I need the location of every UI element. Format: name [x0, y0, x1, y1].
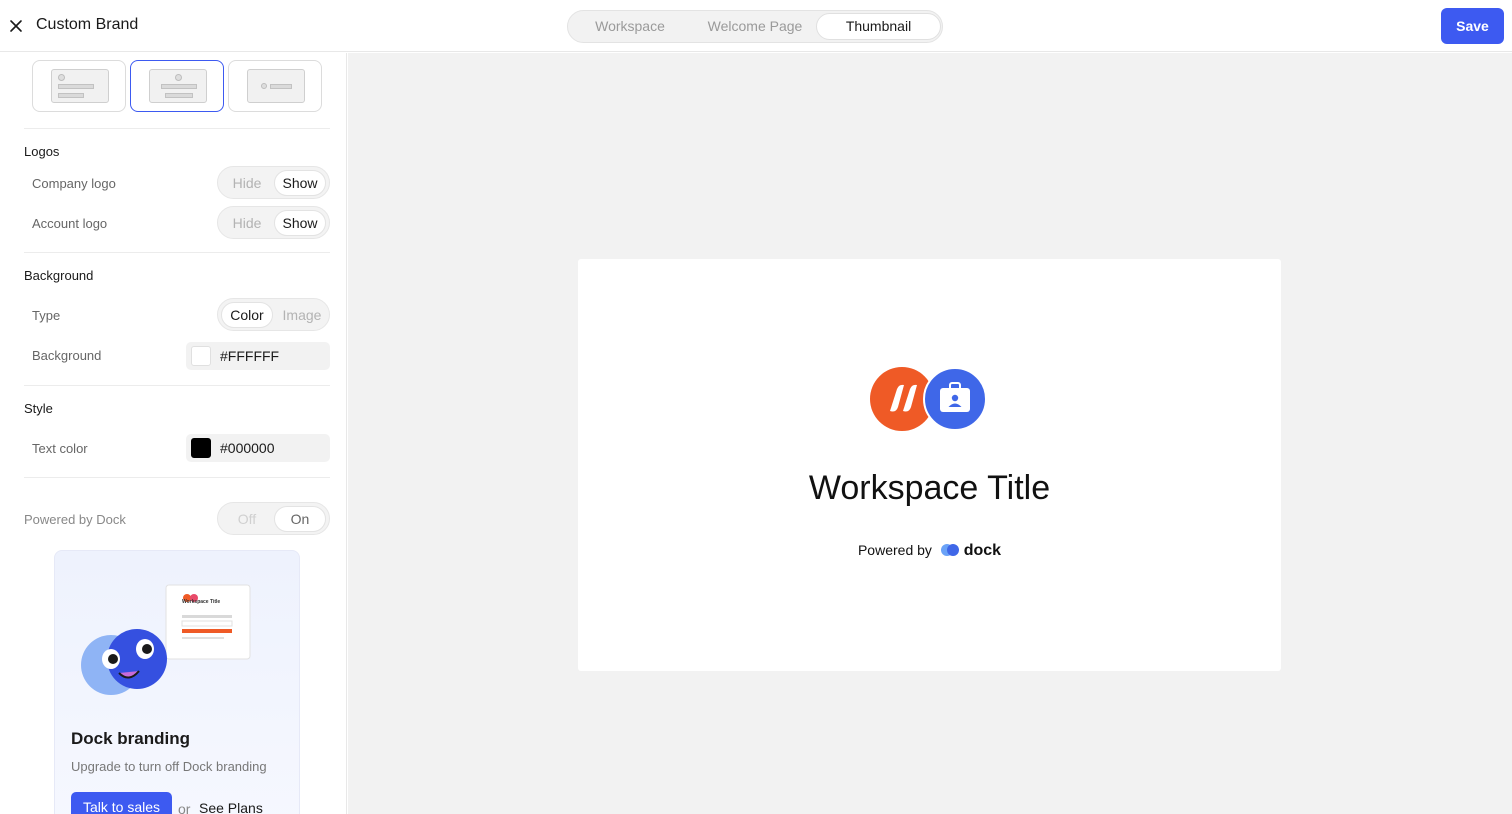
see-plans-link[interactable]: See Plans	[199, 800, 263, 814]
style-heading: Style	[24, 401, 53, 416]
preview-canvas: Workspace Title Powered by dock	[348, 53, 1512, 814]
layout-thumbnail	[247, 69, 305, 103]
background-type-label: Type	[32, 308, 61, 323]
company-logo-hide-option[interactable]: Hide	[221, 170, 273, 196]
dock-branding-promo: Workspace Title Dock branding Upgrade to…	[54, 550, 300, 814]
workspace-title: Workspace Title	[808, 469, 1051, 507]
tab-welcome-page[interactable]: Welcome Page	[694, 13, 816, 40]
subtitle-placeholder	[165, 93, 193, 98]
account-logo-hide-option[interactable]: Hide	[221, 210, 273, 236]
powered-by-text: Powered by	[857, 542, 932, 558]
company-logo-show-option[interactable]: Show	[274, 170, 326, 196]
background-color-swatch[interactable]	[191, 346, 211, 366]
promo-subtitle: Upgrade to turn off Dock branding	[71, 759, 267, 774]
id-badge-icon	[940, 382, 970, 412]
title-placeholder	[161, 84, 197, 89]
logo-placeholder	[175, 74, 182, 81]
powered-by-label: Powered by Dock	[24, 512, 126, 527]
background-type-image-option[interactable]: Image	[276, 302, 328, 328]
text-color-value: #000000	[220, 440, 275, 456]
logo-placeholder	[261, 83, 267, 89]
talk-to-sales-button[interactable]: Talk to sales	[71, 792, 172, 814]
layout-option-inline[interactable]	[228, 60, 322, 112]
save-button[interactable]: Save	[1441, 8, 1504, 44]
text-color-field[interactable]: #000000	[186, 434, 330, 462]
logo-placeholder	[58, 74, 65, 81]
title-placeholder	[270, 84, 292, 89]
text-color-label: Text color	[32, 441, 88, 456]
logos-heading: Logos	[24, 144, 60, 159]
divider	[24, 128, 330, 129]
promo-illustration	[81, 584, 251, 695]
powered-by-toggle: Off On	[217, 502, 330, 535]
background-color-field[interactable]: #FFFFFF	[186, 342, 330, 370]
divider	[24, 252, 330, 253]
background-type-toggle: Color Image	[217, 298, 330, 331]
page-title: Custom Brand	[36, 16, 139, 33]
promo-mock-title: Workspace Title	[182, 599, 221, 605]
subtitle-placeholder	[58, 93, 84, 98]
account-logo-show-option[interactable]: Show	[274, 210, 326, 236]
layout-option-stacked-center[interactable]	[130, 60, 224, 112]
background-color-label: Background	[32, 348, 102, 363]
top-bar: Custom Brand Workspace Welcome Page Thum…	[0, 0, 1512, 52]
promo-title: Dock branding	[71, 729, 191, 748]
view-tabs: Workspace Welcome Page Thumbnail	[567, 10, 943, 43]
tab-workspace[interactable]: Workspace	[580, 13, 680, 40]
layout-option-stacked-left[interactable]	[32, 60, 126, 112]
divider	[24, 477, 330, 478]
dock-logo-icon	[940, 544, 959, 556]
settings-sidebar: Logos Company logo Hide Show Account log…	[0, 53, 347, 814]
company-logo-toggle: Hide Show	[217, 166, 330, 199]
powered-by-on-option[interactable]: On	[274, 506, 326, 532]
tab-thumbnail[interactable]: Thumbnail	[816, 13, 941, 40]
thumbnail-preview-card: Workspace Title Powered by dock	[578, 259, 1281, 671]
account-logo	[923, 367, 987, 431]
powered-by-off-option[interactable]: Off	[221, 506, 273, 532]
company-logo-label: Company logo	[32, 176, 116, 191]
account-logo-label: Account logo	[32, 216, 108, 231]
background-type-color-option[interactable]: Color	[221, 302, 273, 328]
background-heading: Background	[24, 268, 94, 283]
title-placeholder	[58, 84, 94, 89]
divider	[24, 385, 330, 386]
account-logo-toggle: Hide Show	[217, 206, 330, 239]
powered-by-badge: Powered by dock	[578, 542, 1281, 560]
background-color-value: #FFFFFF	[220, 348, 280, 364]
layout-thumbnail	[51, 69, 109, 103]
layout-thumbnail	[149, 69, 207, 103]
or-text: or	[178, 801, 191, 814]
dock-wordmark: dock	[963, 542, 1002, 559]
text-color-swatch[interactable]	[191, 438, 211, 458]
close-icon[interactable]	[6, 16, 26, 36]
